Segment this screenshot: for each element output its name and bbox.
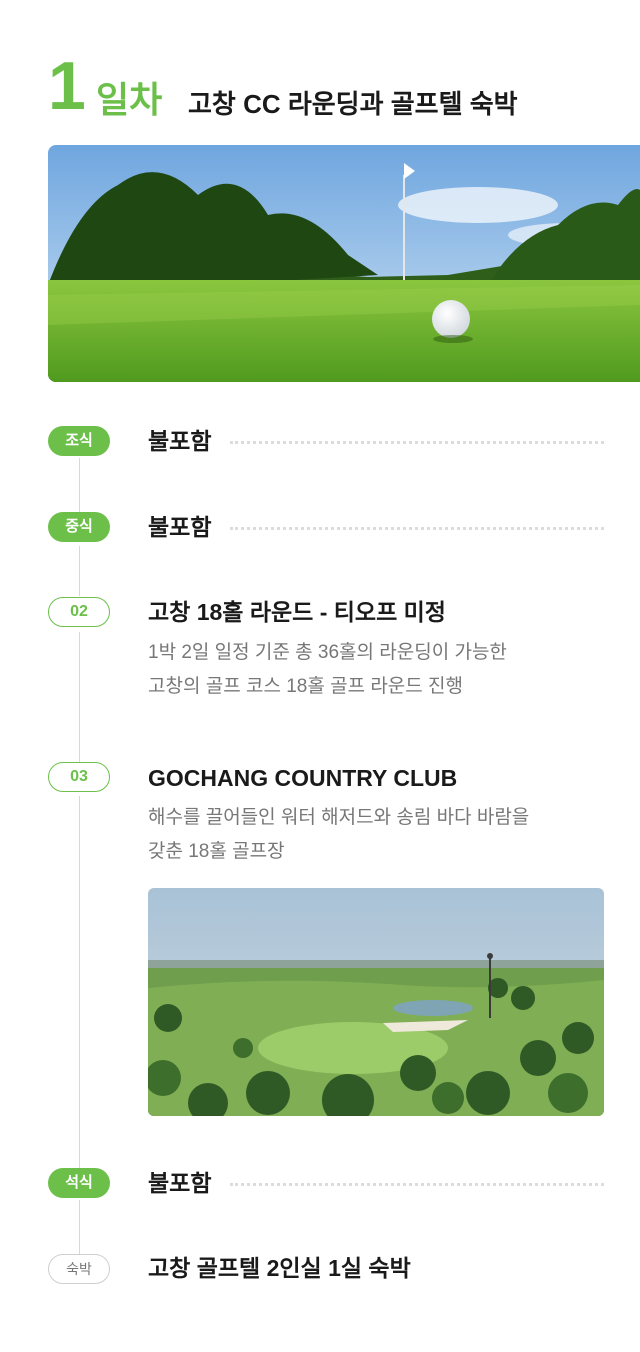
dotted-divider — [230, 441, 604, 444]
lunch-title: 불포함 — [148, 514, 212, 540]
club-title: GOCHANG COUNTRY CLUB — [148, 765, 458, 791]
badge-dinner: 석식 — [48, 1168, 110, 1198]
dotted-divider — [230, 527, 604, 530]
timeline-line — [79, 546, 80, 596]
club-description-line-2: 갖춘 18홀 골프장 — [148, 841, 285, 862]
day-header: 1 일차 고창 CC 라운딩과 골프텔 숙박 — [48, 44, 640, 134]
badge-step-03: 03 — [48, 762, 110, 792]
badge-lodging: 숙박 — [48, 1254, 110, 1284]
timeline-line — [79, 458, 80, 514]
round-description-line-1: 1박 2일 일정 기준 총 36홀의 라운딩이 가능한 — [148, 642, 507, 663]
club-description-line-1: 해수를 끌어들인 워터 해저드와 송림 바다 바람을 — [148, 807, 530, 828]
day-title: 고창 CC 라운딩과 골프텔 숙박 — [188, 89, 518, 119]
badge-breakfast: 조식 — [48, 426, 110, 456]
timeline-line — [79, 1200, 80, 1254]
timeline-line — [79, 796, 80, 1168]
badge-step-02: 02 — [48, 597, 110, 627]
golf-course-hero-image — [48, 145, 640, 382]
day-number: 1 — [48, 48, 86, 124]
breakfast-title: 불포함 — [148, 428, 212, 454]
dinner-title: 불포함 — [148, 1170, 212, 1196]
badge-lunch: 중식 — [48, 512, 110, 542]
timeline-line — [79, 632, 80, 762]
day-label: 일차 — [96, 79, 163, 120]
dotted-divider — [230, 1183, 604, 1186]
gochang-country-club-photo — [148, 888, 604, 1116]
round-title: 고창 18홀 라운드 - 티오프 미정 — [148, 599, 446, 625]
lodging-title: 고창 골프텔 2인실 1실 숙박 — [148, 1255, 411, 1281]
round-description-line-2: 고창의 골프 코스 18홀 골프 라운드 진행 — [148, 676, 464, 697]
